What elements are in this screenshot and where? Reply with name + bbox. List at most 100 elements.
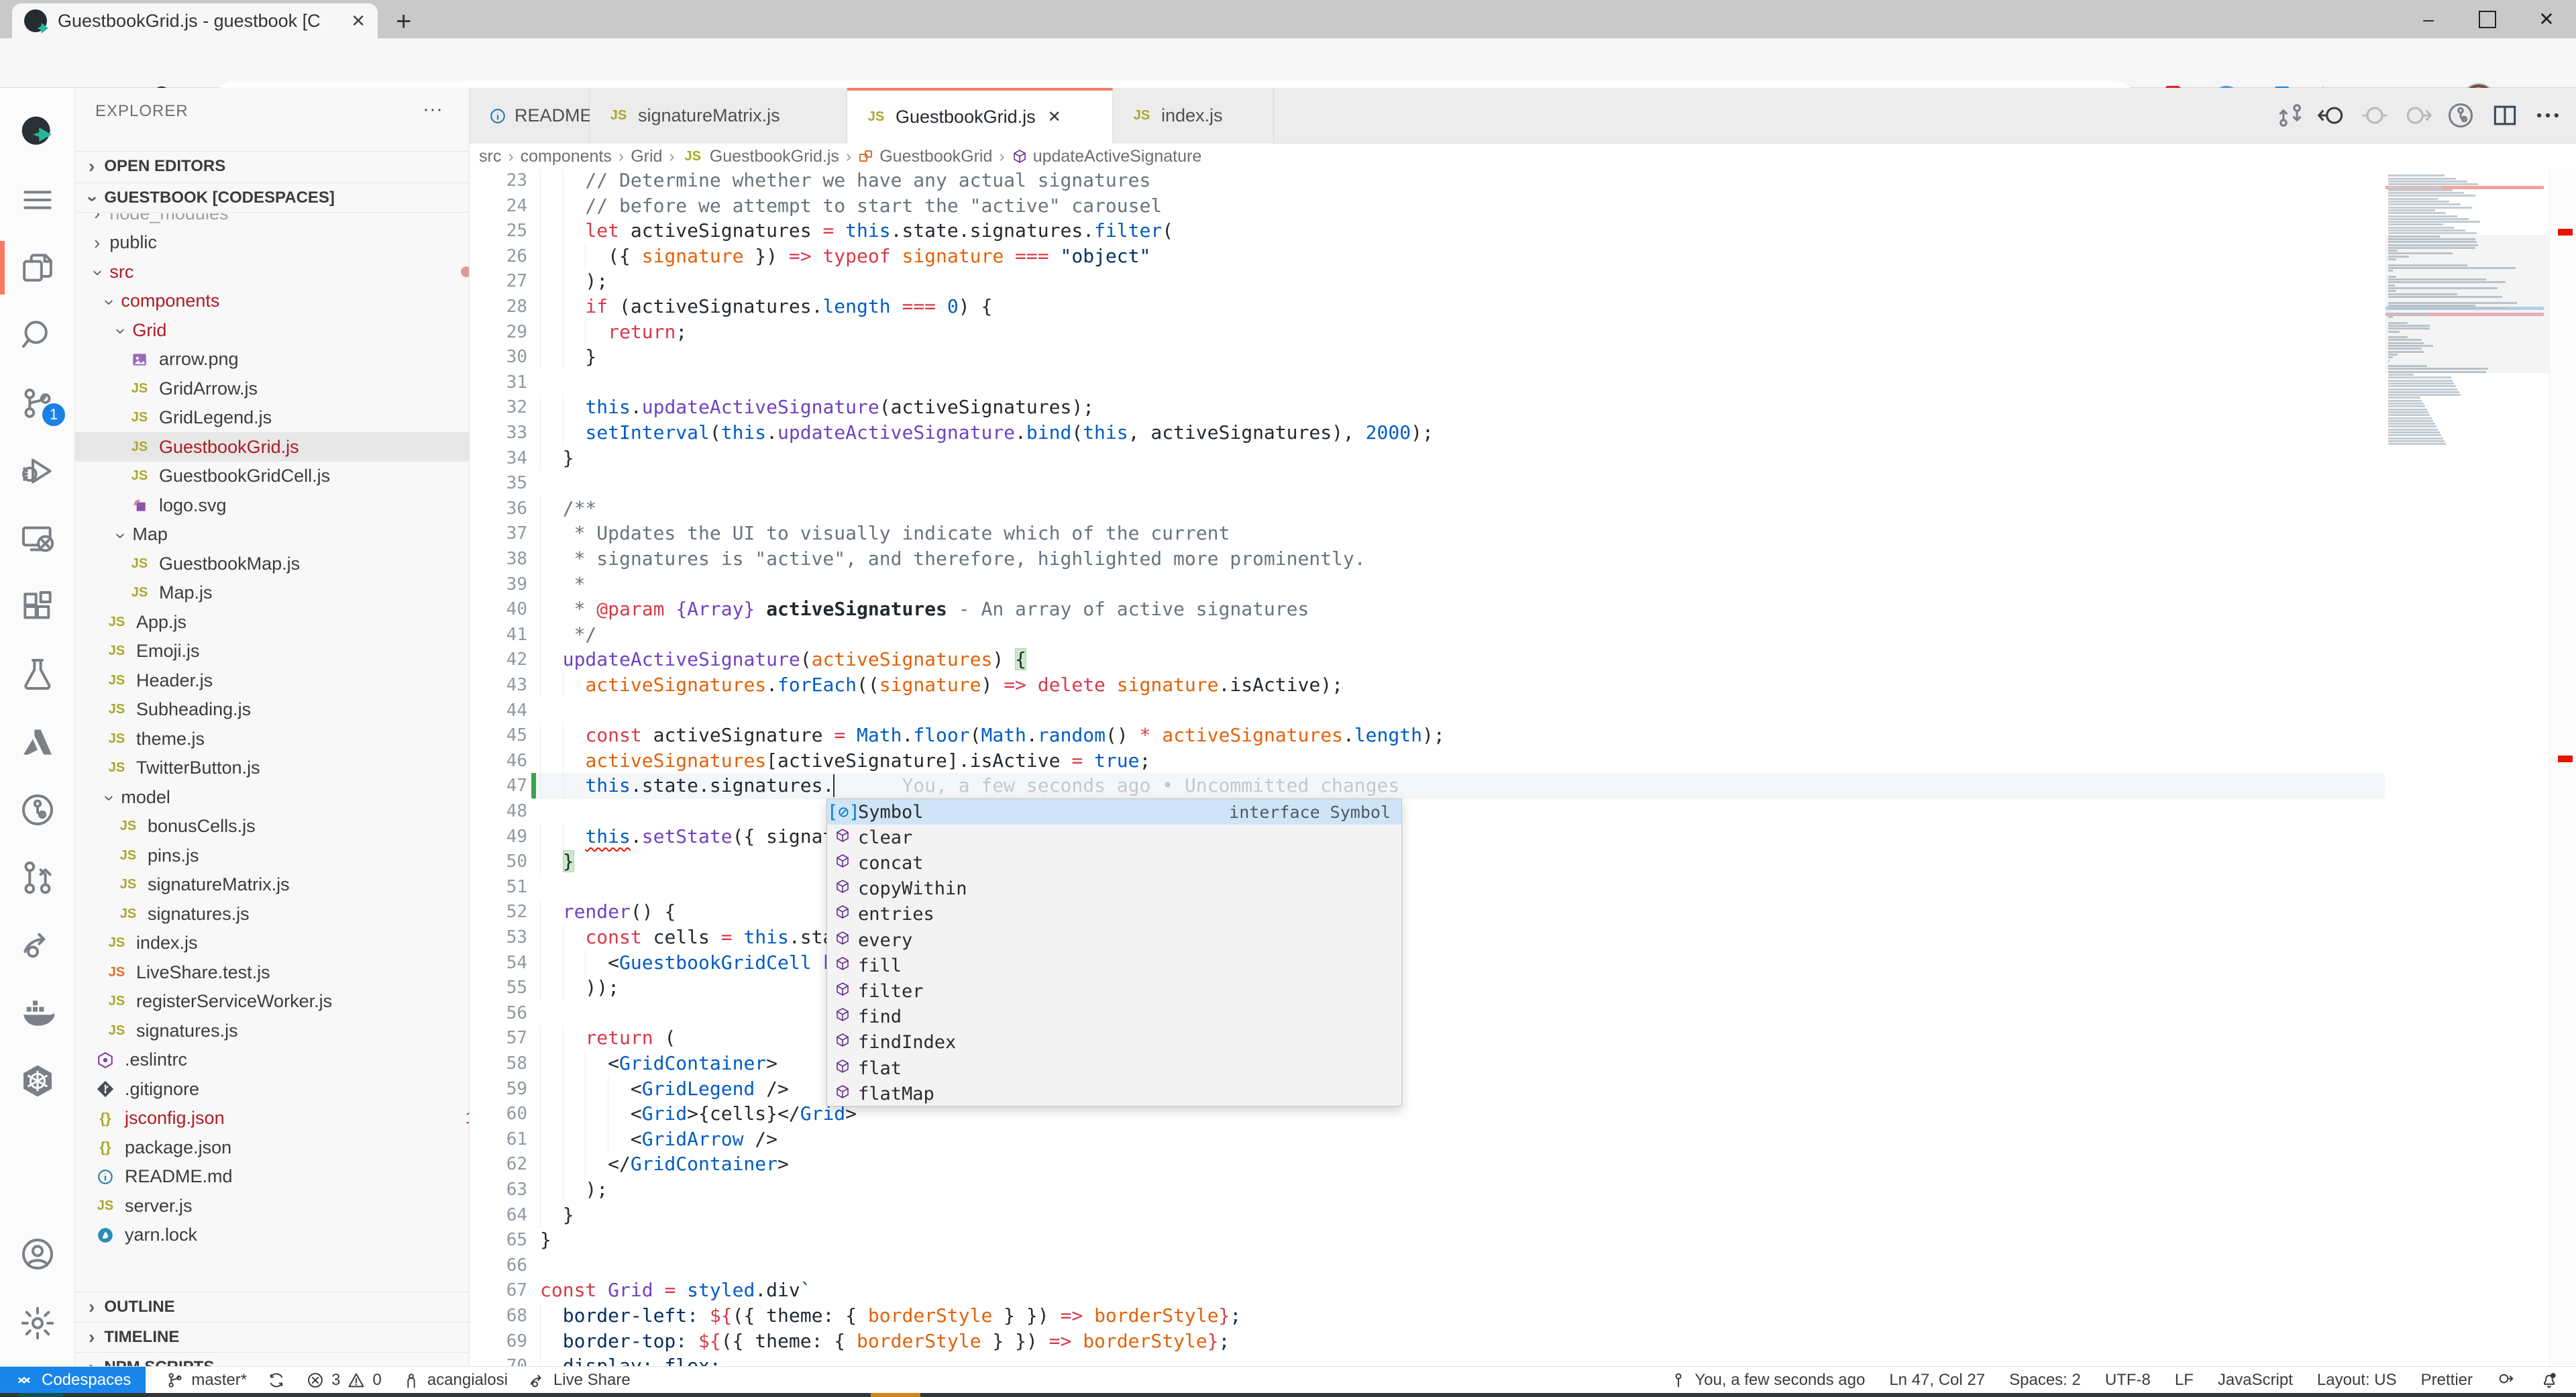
run-debug-icon[interactable] — [0, 439, 74, 503]
tab-close-icon[interactable]: ✕ — [351, 11, 366, 32]
window-minimize-button[interactable]: – — [2399, 0, 2458, 38]
suggest-item-flat[interactable]: flat — [827, 1055, 1401, 1081]
suggest-item-flatmap[interactable]: flatMap — [827, 1081, 1401, 1106]
suggest-item-findindex[interactable]: findIndex — [827, 1030, 1401, 1055]
tree-item-grid[interactable]: › Grid — [75, 315, 469, 345]
tree-item-liveshare-test-js[interactable]: JS LiveShare.test.js — [75, 958, 469, 987]
menu-icon[interactable] — [0, 168, 74, 232]
tree-item-registerserviceworker-js[interactable]: JS registerServiceWorker.js — [75, 987, 469, 1017]
status-language[interactable]: JavaScript — [2218, 1371, 2293, 1390]
status-layout[interactable]: Layout: US — [2317, 1371, 2397, 1390]
tree-item-components[interactable]: › components — [75, 287, 469, 316]
account-icon[interactable] — [0, 1222, 74, 1286]
overview-ruler[interactable] — [2549, 169, 2576, 1366]
tree-item-server-js[interactable]: JS server.js — [75, 1191, 469, 1221]
tree-item-model[interactable]: › model — [75, 782, 469, 812]
breadcrumb-item[interactable]: GuestbookGrid.js — [710, 147, 839, 166]
tree-item--gitignore[interactable]: .gitignore — [75, 1074, 469, 1104]
tree-item-pins-js[interactable]: JS pins.js — [75, 841, 469, 870]
tree-item-node-modules[interactable]: › node_modules — [75, 213, 469, 228]
tree-item-arrow-png[interactable]: arrow.png — [75, 345, 469, 374]
tree-item-subheading-js[interactable]: JS Subheading.js — [75, 695, 469, 725]
tree-item-src[interactable]: › src — [75, 257, 469, 287]
suggest-item-symbol[interactable]: [⊘] Symbol interface Symbol — [827, 799, 1401, 825]
breadcrumb-item[interactable]: src — [479, 147, 501, 166]
gitlens-icon[interactable] — [0, 778, 74, 842]
status-indentation[interactable]: Spaces: 2 — [2009, 1371, 2081, 1390]
source-control-icon[interactable]: 1 — [0, 371, 74, 435]
tree-item-map[interactable]: › Map — [75, 520, 469, 550]
status-feedback[interactable] — [2497, 1371, 2516, 1390]
tree-item-twitterbutton-js[interactable]: JS TwitterButton.js — [75, 754, 469, 783]
suggest-item-filter[interactable]: filter — [827, 978, 1401, 1004]
status-remote-indicator[interactable]: Codespaces — [0, 1367, 146, 1393]
tab-close-icon[interactable]: ✕ — [1048, 107, 1061, 127]
suggest-item-find[interactable]: find — [827, 1004, 1401, 1030]
status-formatter[interactable]: Prettier — [2421, 1371, 2473, 1390]
tree-item-signatures-js[interactable]: JS signatures.js — [75, 899, 469, 929]
navigate-next-disabled-icon[interactable] — [2399, 97, 2436, 134]
settings-icon[interactable] — [0, 1291, 74, 1355]
status-eol[interactable]: LF — [2175, 1371, 2194, 1390]
section-timeline[interactable]: › TIMELINE — [75, 1322, 469, 1352]
extensions-icon[interactable] — [0, 574, 74, 639]
breadcrumb-item[interactable]: Grid — [631, 147, 662, 166]
azure-icon[interactable] — [0, 710, 74, 774]
code-editor[interactable]: 23 // Determine whether we have any actu… — [470, 169, 2385, 1366]
tree-item-public[interactable]: › public — [75, 228, 469, 258]
status-notifications[interactable] — [2540, 1371, 2559, 1390]
workspace-section[interactable]: › GUESTBOOK [CODESPACES] — [75, 183, 469, 213]
window-close-button[interactable]: ✕ — [2517, 0, 2576, 38]
status-live-share[interactable]: Live Share — [528, 1371, 631, 1390]
navigate-prev-disabled-icon[interactable] — [2356, 97, 2394, 134]
search-icon[interactable] — [0, 303, 74, 368]
testing-icon[interactable] — [0, 642, 74, 707]
tree-item-signaturematrix-js[interactable]: JS signatureMatrix.js — [75, 870, 469, 900]
suggest-item-fill[interactable]: fill — [827, 953, 1401, 978]
status-cursor-position[interactable]: Ln 47, Col 27 — [1889, 1371, 1985, 1390]
breadcrumb-item[interactable]: components — [521, 147, 612, 166]
status-problems[interactable]: 30 — [306, 1371, 382, 1390]
tree-item-guestbookgrid-js[interactable]: JSGuestbookGrid.js2, M — [75, 432, 469, 462]
status-sync[interactable] — [267, 1371, 286, 1390]
tree-item-map-js[interactable]: JS Map.js — [75, 578, 469, 608]
tree-item-gridlegend-js[interactable]: JS GridLegend.js — [75, 403, 469, 433]
tree-item-yarn-lock[interactable]: yarn.lock — [75, 1221, 469, 1250]
remote-explorer-icon[interactable] — [0, 507, 74, 571]
navigate-back-icon[interactable] — [2313, 97, 2351, 134]
minimap[interactable] — [2385, 169, 2549, 1366]
pull-requests-icon[interactable] — [0, 845, 74, 910]
tree-item-package-json[interactable]: {} package.json — [75, 1133, 469, 1162]
suggest-item-concat[interactable]: concat — [827, 850, 1401, 876]
gitlens-graph-icon[interactable] — [2442, 97, 2479, 134]
open-editors-section[interactable]: › OPEN EDITORS — [75, 151, 469, 181]
more-actions-icon[interactable] — [2529, 97, 2567, 134]
explorer-icon[interactable] — [0, 236, 74, 300]
tree-item--eslintrc[interactable]: .eslintrc — [75, 1045, 469, 1075]
minimap-viewport[interactable] — [2385, 235, 2549, 373]
tree-item-logo-svg[interactable]: logo.svg — [75, 490, 469, 520]
compare-changes-icon[interactable] — [2271, 97, 2309, 134]
live-share-icon[interactable] — [0, 913, 74, 978]
tree-item-header-js[interactable]: JS Header.js — [75, 666, 469, 695]
tree-item-signatures-js[interactable]: JS signatures.js — [75, 1016, 469, 1045]
tree-item-guestbookgridcell-js[interactable]: JS GuestbookGridCell.js — [75, 462, 469, 491]
tree-item-theme-js[interactable]: JS theme.js — [75, 724, 469, 754]
tab-index-js[interactable]: JS index.js — [1113, 88, 1274, 144]
codespaces-logo-icon[interactable] — [0, 100, 74, 164]
breadcrumb-item[interactable]: updateActiveSignature — [1033, 147, 1202, 166]
status-account[interactable]: acangialosi — [402, 1371, 508, 1390]
window-maximize-button[interactable] — [2458, 0, 2517, 38]
suggest-item-entries[interactable]: entries — [827, 902, 1401, 927]
tree-item-readme-md[interactable]: README.md — [75, 1162, 469, 1192]
status-branch[interactable]: master* — [166, 1371, 247, 1390]
suggest-item-every[interactable]: every — [827, 927, 1401, 953]
tree-item-guestbookmap-js[interactable]: JS GuestbookMap.js — [75, 549, 469, 578]
tree-item-jsconfig-json[interactable]: {} jsconfig.json 1 — [75, 1104, 469, 1133]
sidebar-more-icon[interactable]: ··· — [423, 98, 443, 121]
breadcrumb-item[interactable]: GuestbookGrid — [879, 147, 992, 166]
kubernetes-icon[interactable] — [0, 1049, 74, 1113]
docker-icon[interactable] — [0, 981, 74, 1045]
tab-guestbookgrid-js[interactable]: JS GuestbookGrid.js ✕ — [847, 88, 1113, 144]
split-editor-icon[interactable] — [2486, 97, 2524, 134]
